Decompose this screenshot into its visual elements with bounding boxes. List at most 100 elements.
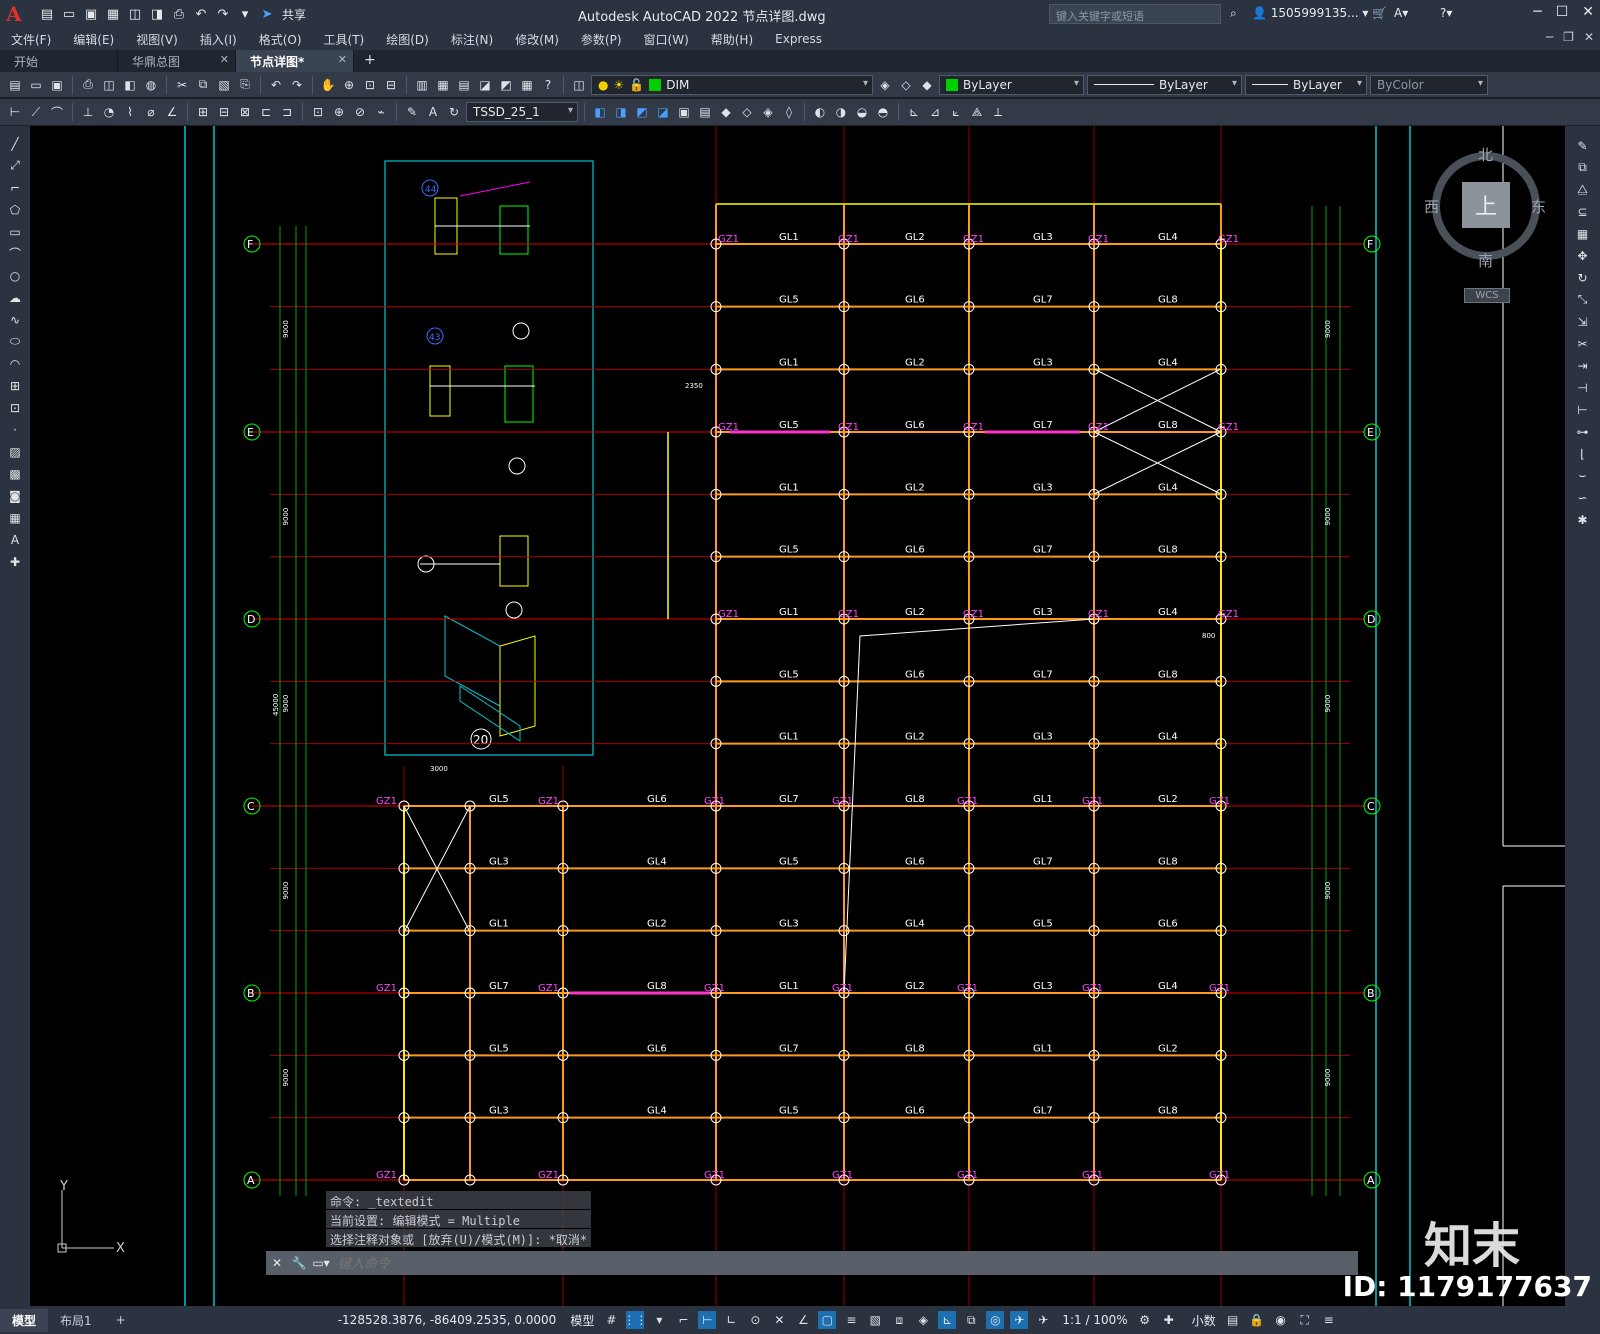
matchprop-icon[interactable]: ⎘ xyxy=(236,76,254,94)
copy-object-icon[interactable]: ⧉ xyxy=(1573,158,1593,177)
circle-icon[interactable]: ○ xyxy=(5,266,25,285)
annotation-scale[interactable]: 1:1 / 100% xyxy=(1062,1313,1127,1327)
layer-state-icon[interactable]: ◆ xyxy=(918,76,936,94)
markup-icon[interactable]: ◩ xyxy=(497,76,515,94)
ellipse-icon[interactable]: ⬭ xyxy=(5,332,25,351)
menu-item-6[interactable]: 绘图(D) xyxy=(375,31,440,48)
text-style-dropdown[interactable]: TSSD_25_1 xyxy=(466,102,578,122)
close-cmd-icon[interactable]: ✕ xyxy=(266,1256,288,1270)
undo-icon[interactable]: ↶ xyxy=(267,76,285,94)
break-icon[interactable]: ⊢ xyxy=(1573,400,1593,419)
line-icon[interactable]: ╱ xyxy=(5,134,25,153)
file-tab-0[interactable]: 开始 xyxy=(0,50,118,72)
units-display[interactable]: 小数 xyxy=(1192,1312,1216,1329)
dim-baseline-icon[interactable]: ⊟ xyxy=(215,103,233,121)
close-icon[interactable]: ✕ xyxy=(1582,4,1594,20)
menu-item-4[interactable]: 格式(O) xyxy=(248,31,313,48)
annotation-visibility-icon[interactable]: ✈ xyxy=(1010,1311,1029,1329)
layer-current-icon[interactable]: ◈ xyxy=(876,76,894,94)
menu-item-12[interactable]: Express xyxy=(764,32,833,46)
qnew-icon[interactable]: ▤ xyxy=(6,76,24,94)
publish-icon[interactable]: ◧ xyxy=(121,76,139,94)
view-front-icon[interactable]: ▣ xyxy=(675,103,693,121)
pan-icon[interactable]: ✋ xyxy=(319,76,337,94)
dim-arc-icon[interactable]: ⌒ xyxy=(48,103,66,121)
transparency-icon[interactable]: ▧ xyxy=(866,1311,884,1329)
plot-icon[interactable]: ⎙ xyxy=(79,76,97,94)
web-save-icon[interactable]: ◨ xyxy=(148,5,166,23)
erase-icon[interactable]: ✎ xyxy=(1573,136,1593,155)
dim-break-icon[interactable]: ⊐ xyxy=(278,103,296,121)
search-icon[interactable]: ⌕ xyxy=(1230,6,1237,21)
menu-item-10[interactable]: 窗口(W) xyxy=(633,31,700,48)
hatch-icon[interactable]: ▨ xyxy=(5,442,25,461)
move-icon[interactable]: ✥ xyxy=(1573,246,1593,265)
menu-item-11[interactable]: 帮助(H) xyxy=(700,31,764,48)
polyline-icon[interactable]: ⌐ xyxy=(5,178,25,197)
explode-icon[interactable]: ✱ xyxy=(1573,510,1593,529)
cut-icon[interactable]: ✂ xyxy=(173,76,191,94)
polar-icon[interactable]: ⊙ xyxy=(746,1311,764,1329)
ucs-face-icon[interactable]: ⟂ xyxy=(989,103,1007,121)
ortho-icon[interactable]: ∟ xyxy=(722,1311,740,1329)
dim-update-icon[interactable]: ↻ xyxy=(445,103,463,121)
construction-line-icon[interactable]: ⤢ xyxy=(5,156,25,175)
trim-icon[interactable]: ✂ xyxy=(1573,334,1593,353)
quick-properties-icon[interactable]: ▤ xyxy=(1224,1311,1242,1329)
offset-icon[interactable]: ⊆ xyxy=(1573,202,1593,221)
compass-north[interactable]: 北 xyxy=(1478,144,1493,165)
lineweight-icon[interactable]: ≡ xyxy=(842,1311,860,1329)
ucs-world-icon[interactable]: ⊿ xyxy=(926,103,944,121)
view-top-icon[interactable]: ◧ xyxy=(591,103,609,121)
lineweight-dropdown[interactable]: ByLayer xyxy=(1245,74,1367,95)
open-icon[interactable]: ▭ xyxy=(27,76,45,94)
qdim-icon[interactable]: ⊞ xyxy=(194,103,212,121)
wrench-icon[interactable]: 🔧 xyxy=(288,1256,310,1270)
wcs-menu[interactable]: WCS xyxy=(1464,288,1510,303)
gradient-icon[interactable]: ▩ xyxy=(5,464,25,483)
mtext-icon[interactable]: A xyxy=(5,530,25,549)
sheetset-icon[interactable]: ◪ xyxy=(476,76,494,94)
snap-icon[interactable]: ⋮⋮ xyxy=(623,1311,647,1329)
3d-osnap-icon[interactable]: ◈ xyxy=(914,1311,932,1329)
extend-icon[interactable]: ⇥ xyxy=(1573,356,1593,375)
dim-ordinate-icon[interactable]: ⊥ xyxy=(79,103,97,121)
calculator-icon[interactable]: ▦ xyxy=(518,76,536,94)
ucs-prev-icon[interactable]: ⟀ xyxy=(947,103,965,121)
dynamic-input-icon[interactable]: ⊢ xyxy=(698,1311,717,1329)
polygon-icon[interactable]: ⬠ xyxy=(5,200,25,219)
save-icon[interactable]: ▣ xyxy=(82,5,100,23)
chamfer-icon[interactable]: ⌊ xyxy=(1573,444,1593,463)
cart-icon[interactable]: 🛒 xyxy=(1372,6,1387,20)
dim-textedit-icon[interactable]: A xyxy=(424,103,442,121)
help-icon[interactable]: ?▾ xyxy=(1440,6,1452,20)
dim-diameter-icon[interactable]: ⌀ xyxy=(142,103,160,121)
customize-status-icon[interactable]: ≡ xyxy=(1320,1311,1338,1329)
compass-east[interactable]: 东 xyxy=(1531,196,1546,217)
add-layout-button[interactable]: + xyxy=(104,1310,138,1330)
doc-close-icon[interactable]: ✕ xyxy=(1584,30,1594,44)
close-tab-icon[interactable]: ✕ xyxy=(220,53,229,66)
layer-previous-icon[interactable]: ◇ xyxy=(897,76,915,94)
zoom-window-icon[interactable]: ⊡ xyxy=(361,76,379,94)
autodesk-app-icon[interactable]: A▾ xyxy=(1394,6,1408,20)
undo-icon[interactable]: ↶ xyxy=(192,5,210,23)
view-ne-icon[interactable]: ◈ xyxy=(759,103,777,121)
dim-aligned-icon[interactable]: ⟋ xyxy=(27,103,45,121)
selection-filter-icon[interactable]: ⧉ xyxy=(962,1311,980,1329)
autocad-logo-icon[interactable]: A xyxy=(6,2,32,26)
region-icon[interactable]: ◙ xyxy=(5,486,25,505)
minimize-icon[interactable]: ─ xyxy=(1533,4,1541,20)
view-nw-icon[interactable]: ◊ xyxy=(780,103,798,121)
menu-item-2[interactable]: 视图(V) xyxy=(125,31,189,48)
layer-properties-icon[interactable]: ◫ xyxy=(570,76,588,94)
menu-item-8[interactable]: 修改(M) xyxy=(504,31,570,48)
fullscreen-icon[interactable]: ⛶ xyxy=(1296,1311,1314,1329)
zoom-realtime-icon[interactable]: ⊕ xyxy=(340,76,358,94)
menu-item-9[interactable]: 参数(P) xyxy=(570,31,633,48)
auto-scale-icon[interactable]: ✈ xyxy=(1034,1311,1052,1329)
properties-icon[interactable]: ▥ xyxy=(413,76,431,94)
zoom-previous-icon[interactable]: ⊟ xyxy=(382,76,400,94)
dim-jogged-icon[interactable]: ⌇ xyxy=(121,103,139,121)
menu-item-3[interactable]: 插入(I) xyxy=(189,31,248,48)
